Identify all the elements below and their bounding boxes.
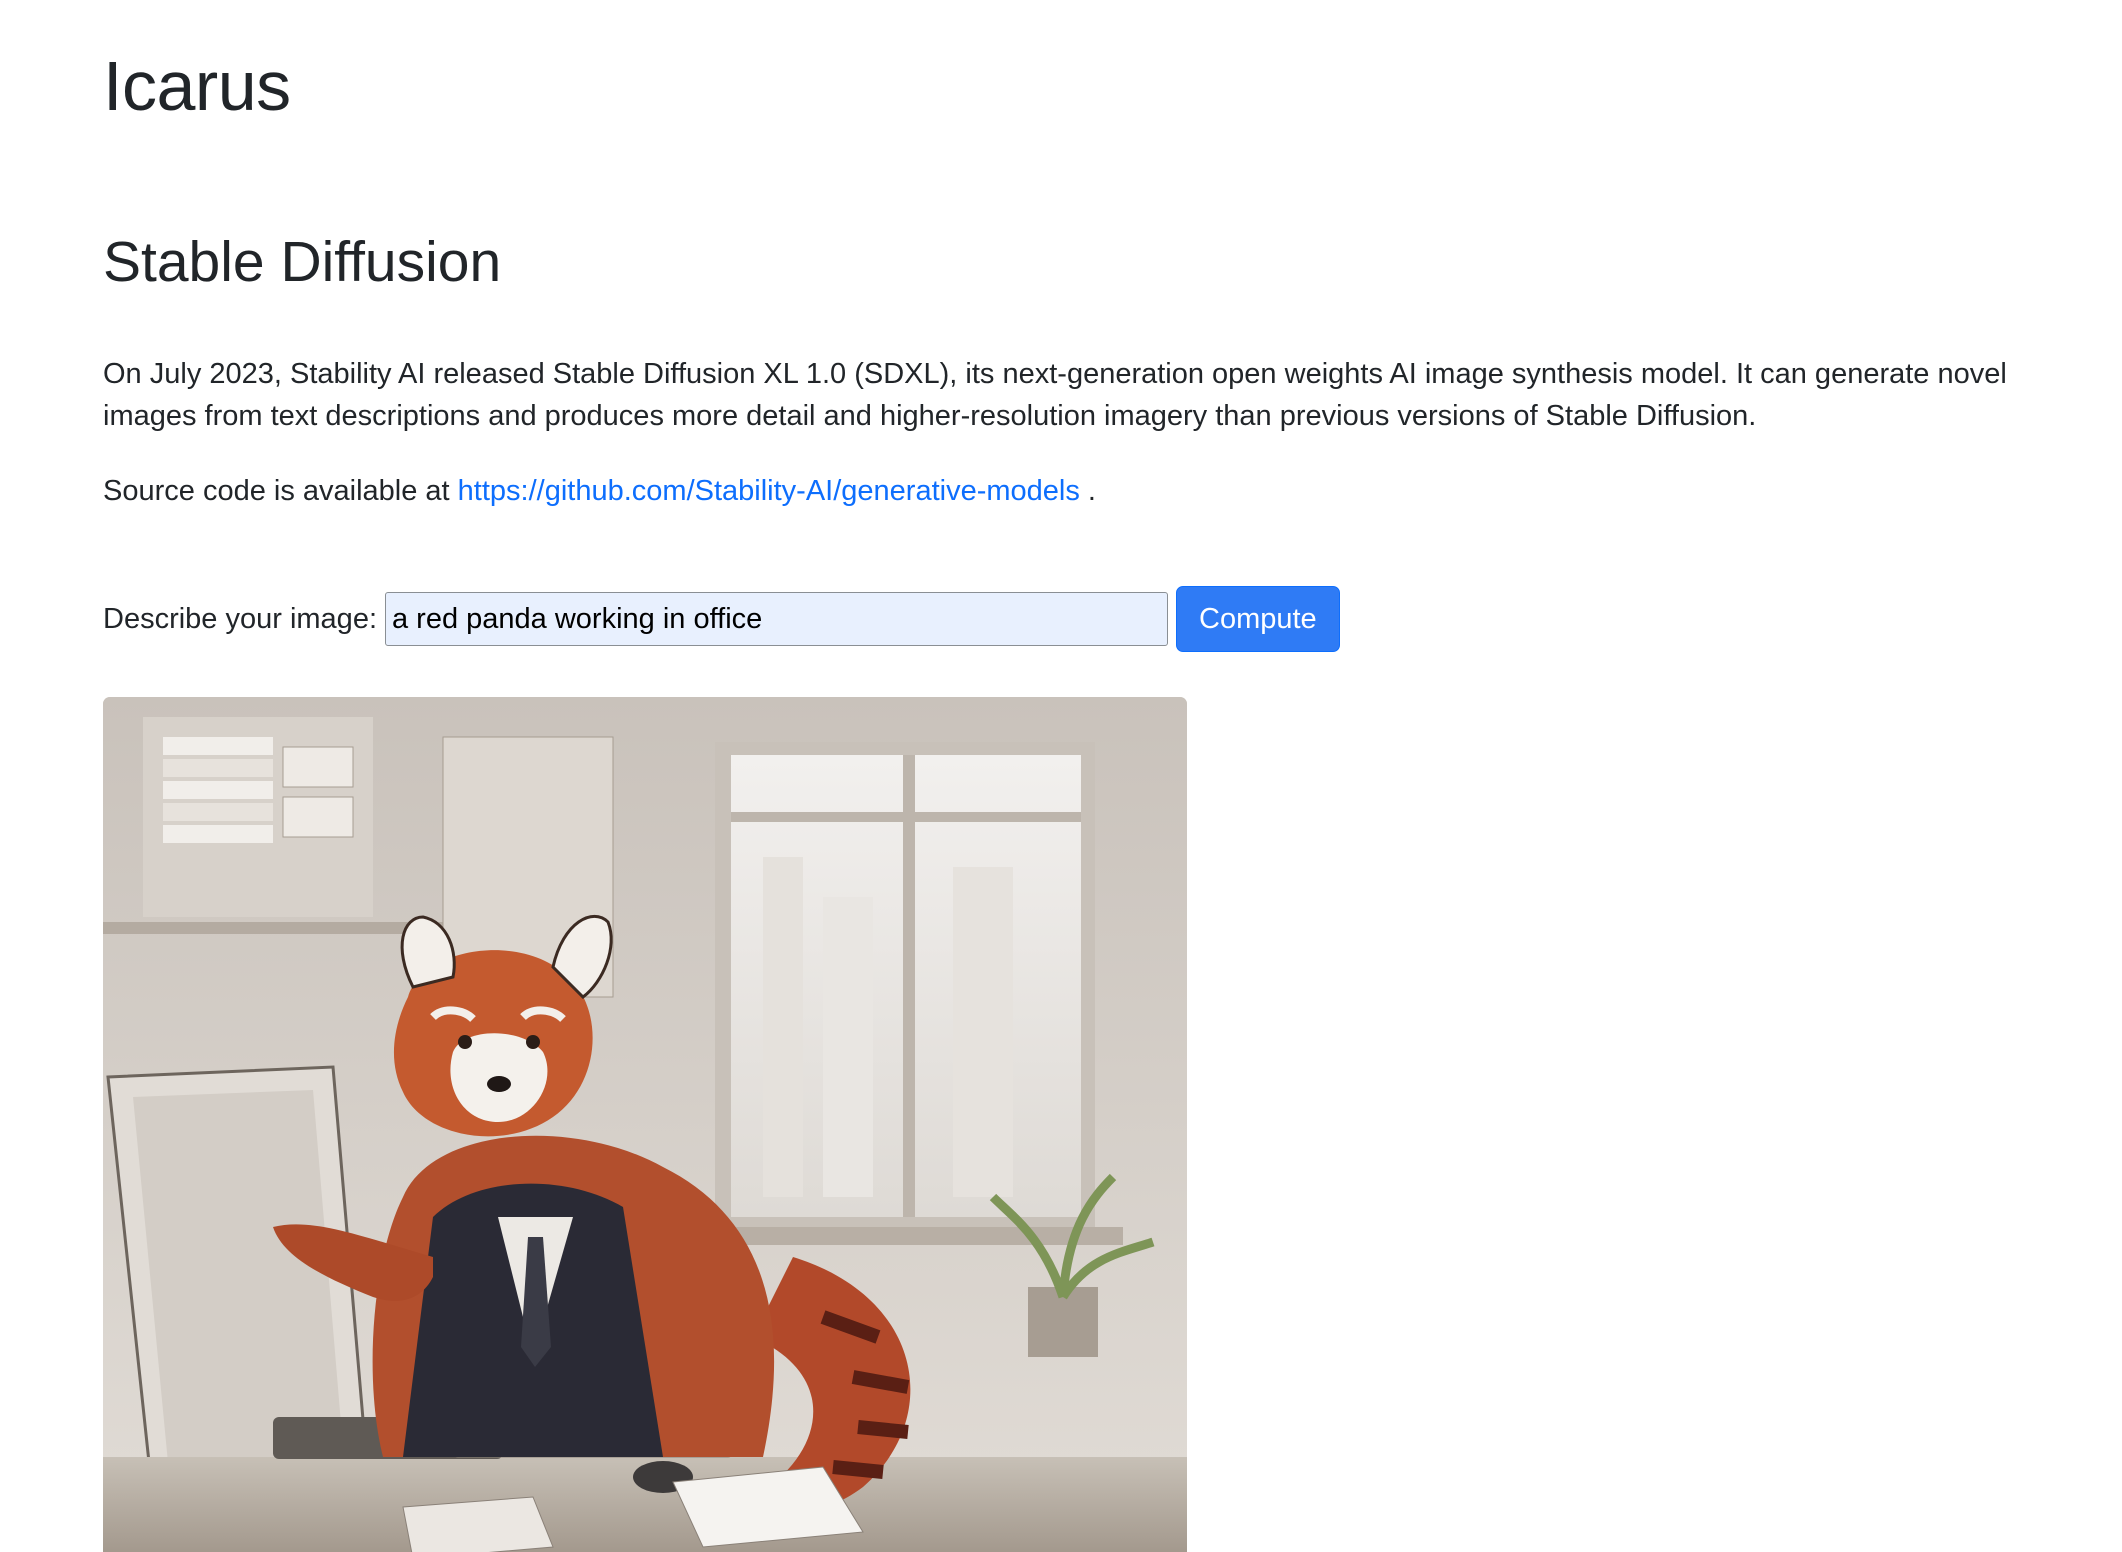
- model-description: On July 2023, Stability AI released Stab…: [103, 358, 2007, 432]
- source-code-line: Source code is available at https://gith…: [103, 470, 1096, 512]
- generated-image: [103, 697, 1187, 1552]
- prompt-label: Describe your image:: [103, 603, 377, 635]
- source-prefix: Source code is available at: [103, 475, 450, 507]
- prompt-form: Describe your image: Compute: [103, 584, 1340, 654]
- prompt-input[interactable]: [385, 592, 1168, 646]
- compute-button[interactable]: Compute: [1176, 586, 1340, 652]
- source-code-link[interactable]: https://github.com/Stability-AI/generati…: [458, 475, 1080, 507]
- source-suffix: .: [1087, 475, 1096, 507]
- section-title: Stable Diffusion: [103, 230, 502, 294]
- app-title: Icarus: [103, 47, 291, 125]
- red-panda-office-illustration: [103, 697, 1187, 1552]
